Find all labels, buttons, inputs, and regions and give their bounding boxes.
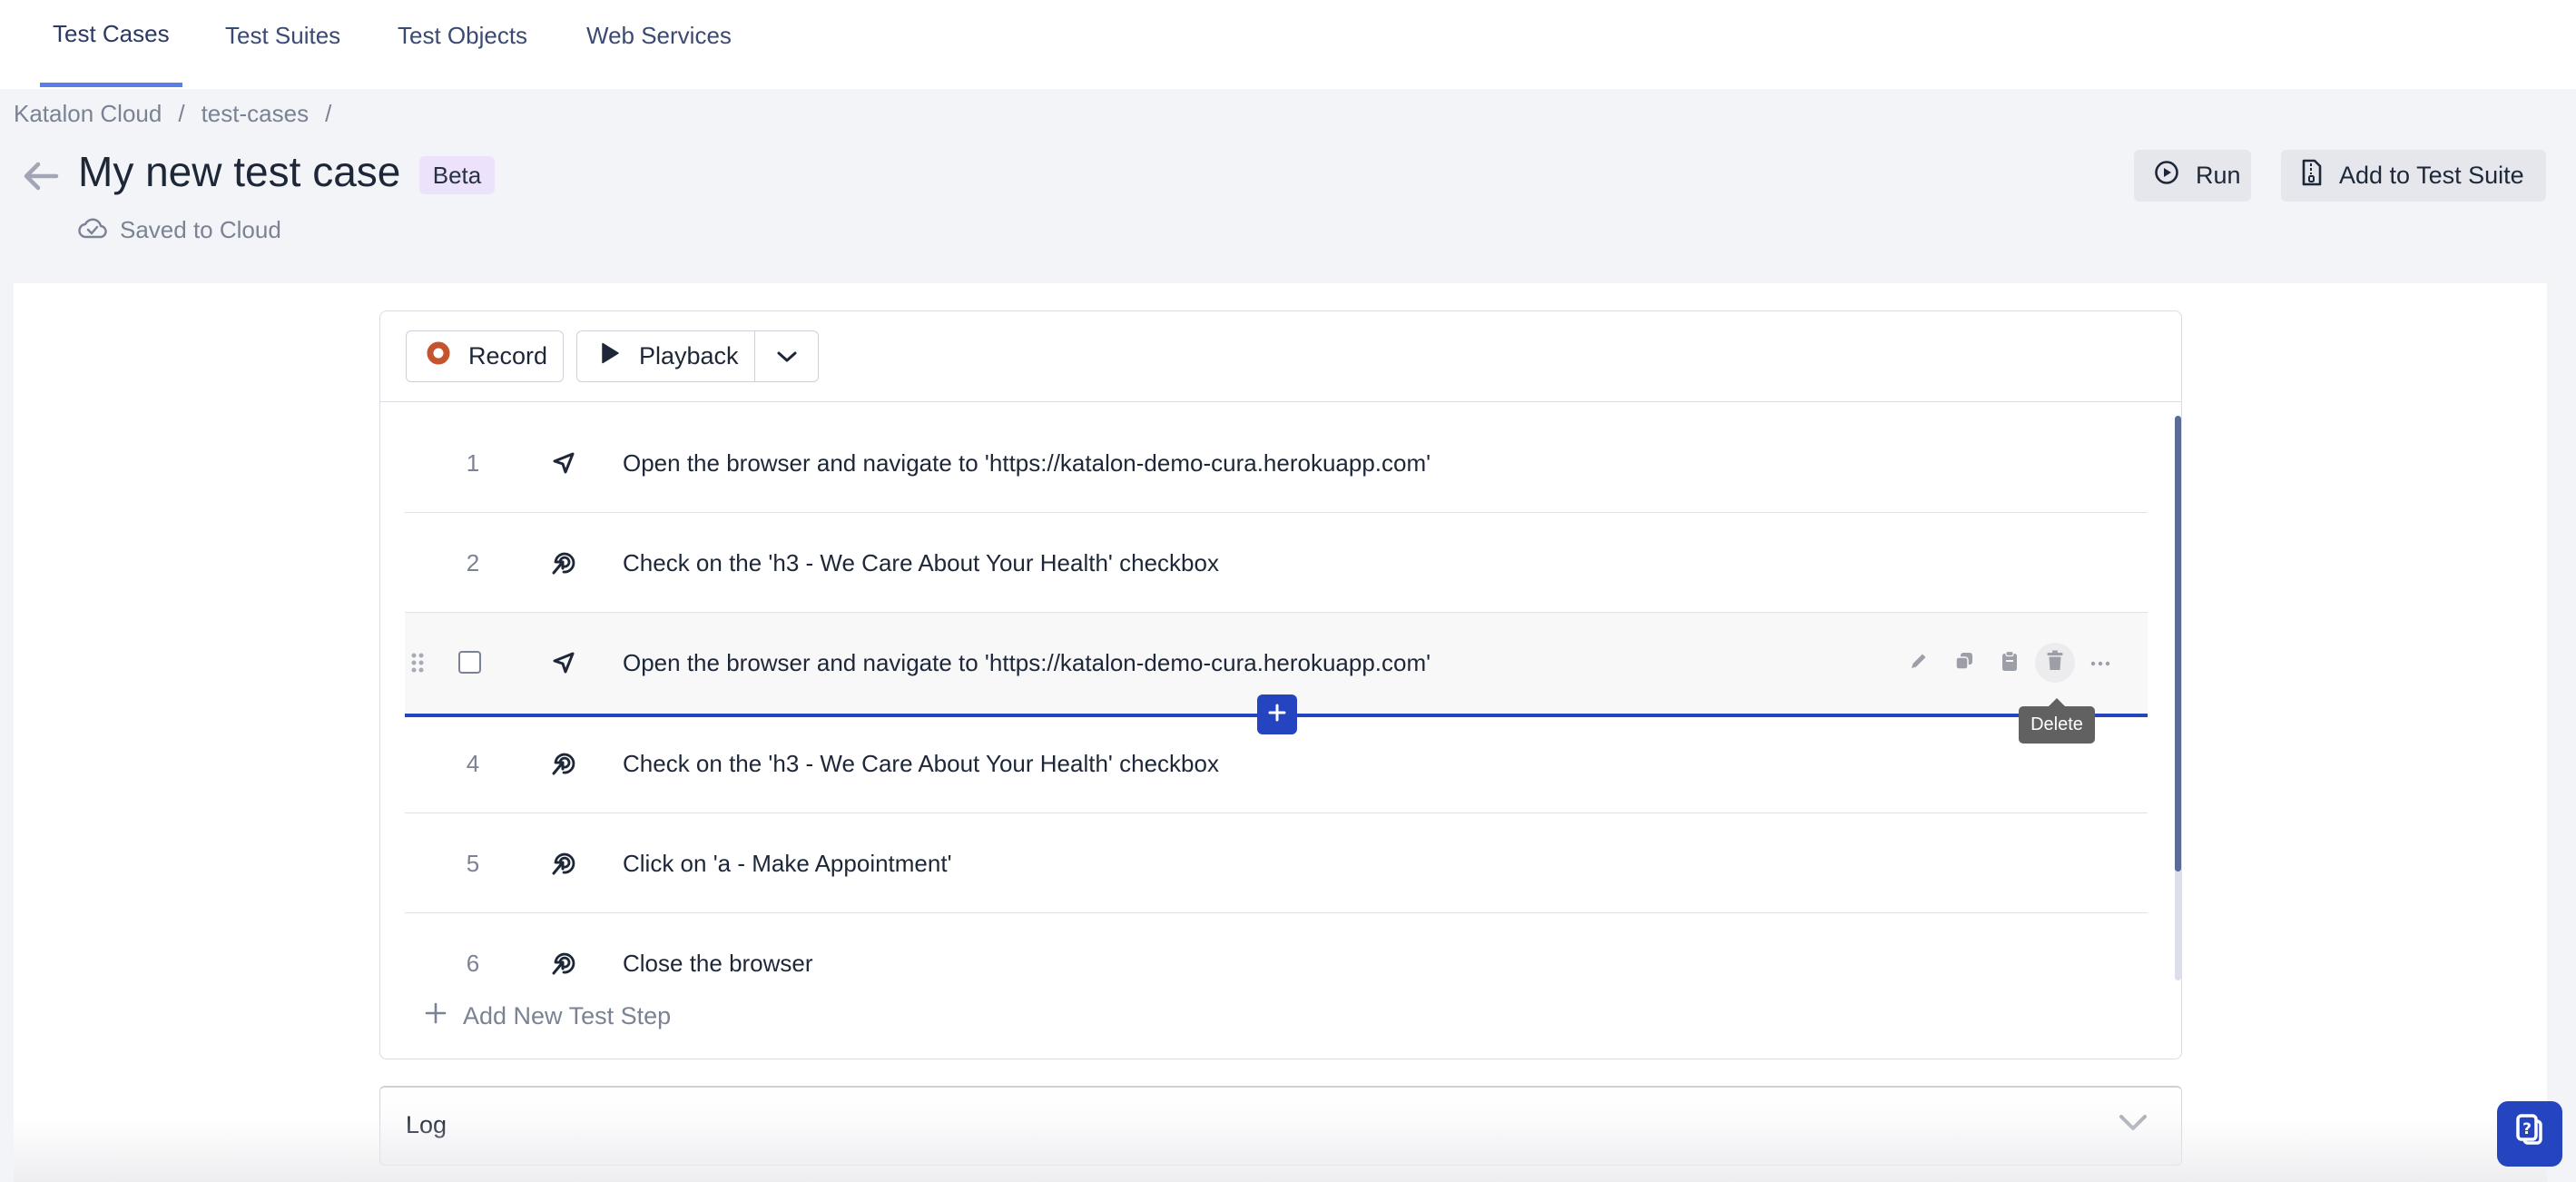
tab-label: Test Objects bbox=[398, 22, 528, 49]
tab-label: Web Services bbox=[586, 22, 732, 49]
plus-icon bbox=[1267, 703, 1287, 727]
click-target-icon bbox=[550, 549, 577, 576]
playback-split-button: Playback bbox=[576, 330, 819, 382]
svg-text:?: ? bbox=[2522, 1120, 2532, 1138]
paste-step-button[interactable] bbox=[1990, 643, 2030, 683]
tab-label: Test Suites bbox=[225, 22, 341, 49]
active-tab-indicator bbox=[40, 83, 182, 87]
page-title: My new test case bbox=[78, 148, 401, 195]
breadcrumb-katalon-cloud[interactable]: Katalon Cloud bbox=[14, 100, 162, 128]
delete-tooltip: Delete bbox=[2019, 698, 2095, 744]
log-panel-toggle[interactable]: Log bbox=[379, 1086, 2182, 1166]
record-label: Record bbox=[468, 342, 548, 369]
play-circle-icon bbox=[2154, 160, 2179, 192]
save-status-text: Saved to Cloud bbox=[120, 216, 281, 243]
breadcrumb-separator: / bbox=[325, 100, 332, 127]
steps-scrollbar-thumb[interactable] bbox=[2175, 416, 2181, 872]
navigate-icon bbox=[550, 649, 577, 676]
step-number: 2 bbox=[466, 548, 480, 576]
page-scroll-gutter bbox=[2547, 89, 2576, 1182]
top-nav: Test Cases Test Suites Test Objects Web … bbox=[0, 0, 2576, 89]
chevron-down-icon bbox=[2118, 1113, 2148, 1138]
click-target-icon bbox=[550, 750, 577, 777]
file-zip-icon bbox=[2301, 159, 2323, 192]
steps-scrollbar[interactable] bbox=[2175, 416, 2181, 980]
step-row-actions bbox=[1899, 643, 2126, 683]
edit-step-button[interactable] bbox=[1899, 643, 1939, 683]
click-target-icon bbox=[550, 850, 577, 877]
breadcrumb: Katalon Cloud / test-cases / bbox=[14, 100, 348, 128]
add-to-test-suite-button[interactable]: Add to Test Suite bbox=[2281, 150, 2546, 202]
insert-step-button[interactable] bbox=[1257, 694, 1297, 734]
plus-icon bbox=[425, 1002, 447, 1030]
add-to-suite-label: Add to Test Suite bbox=[2339, 162, 2524, 189]
recorder-toolbar: Record Playback bbox=[380, 311, 2181, 402]
run-label: Run bbox=[2196, 162, 2241, 189]
step-text[interactable]: Close the browser bbox=[623, 913, 813, 999]
play-icon bbox=[601, 342, 619, 370]
step-text[interactable]: Check on the 'h3 - We Care About Your He… bbox=[623, 513, 1219, 613]
add-new-test-step-button[interactable]: Add New Test Step bbox=[425, 1002, 671, 1030]
save-status: Saved to Cloud bbox=[78, 214, 281, 246]
breadcrumb-separator: / bbox=[178, 100, 185, 127]
back-arrow-icon[interactable] bbox=[22, 160, 60, 192]
pencil-icon bbox=[1909, 651, 1929, 675]
help-chat-icon: ? bbox=[2512, 1113, 2548, 1156]
help-widget-button[interactable]: ? bbox=[2497, 1101, 2562, 1167]
step-row[interactable]: 5 Click on 'a - Make Appointment' bbox=[405, 813, 2148, 913]
step-text[interactable]: Open the browser and navigate to 'https:… bbox=[623, 613, 1431, 713]
ellipsis-icon bbox=[2090, 655, 2110, 671]
step-text[interactable]: Check on the 'h3 - We Care About Your He… bbox=[623, 714, 1219, 813]
clipboard-icon bbox=[2001, 650, 2019, 676]
trash-icon bbox=[2046, 650, 2064, 676]
step-select-checkbox[interactable] bbox=[458, 651, 481, 674]
delete-step-button[interactable] bbox=[2035, 643, 2075, 683]
cloud-check-icon bbox=[78, 214, 107, 246]
playback-options-dropdown[interactable] bbox=[755, 331, 818, 381]
step-row[interactable]: 2 Check on the 'h3 - We Care About Your … bbox=[405, 513, 2148, 613]
step-number: 4 bbox=[466, 749, 480, 777]
add-step-label: Add New Test Step bbox=[463, 1002, 672, 1029]
copy-icon bbox=[1954, 651, 1974, 675]
more-actions-button[interactable] bbox=[2080, 643, 2120, 683]
record-button[interactable]: Record bbox=[406, 330, 564, 382]
chevron-down-icon bbox=[776, 342, 798, 370]
drag-handle-icon[interactable] bbox=[410, 652, 425, 674]
log-label: Log bbox=[406, 1111, 447, 1138]
tab-test-cases[interactable]: Test Cases bbox=[40, 20, 182, 87]
record-icon bbox=[427, 341, 450, 371]
step-row[interactable]: 1 Open the browser and navigate to 'http… bbox=[405, 413, 2148, 513]
step-row[interactable]: 6 Close the browser bbox=[405, 913, 2148, 999]
step-number: 5 bbox=[466, 849, 480, 877]
beta-badge: Beta bbox=[419, 156, 495, 194]
step-number: 1 bbox=[466, 448, 480, 477]
playback-label: Playback bbox=[639, 342, 739, 369]
playback-button[interactable]: Playback bbox=[577, 331, 755, 381]
tab-label: Test Cases bbox=[53, 20, 170, 47]
breadcrumb-test-cases[interactable]: test-cases bbox=[202, 100, 310, 128]
step-number: 6 bbox=[466, 949, 480, 977]
step-text[interactable]: Open the browser and navigate to 'https:… bbox=[623, 413, 1431, 513]
tab-test-objects[interactable]: Test Objects bbox=[385, 22, 540, 89]
run-button[interactable]: Run bbox=[2134, 150, 2251, 202]
tab-web-services[interactable]: Web Services bbox=[574, 22, 744, 89]
duplicate-step-button[interactable] bbox=[1944, 643, 1984, 683]
navigate-icon bbox=[550, 449, 577, 477]
step-text[interactable]: Click on 'a - Make Appointment' bbox=[623, 813, 952, 913]
tab-test-suites[interactable]: Test Suites bbox=[212, 22, 353, 89]
click-target-icon bbox=[550, 950, 577, 977]
